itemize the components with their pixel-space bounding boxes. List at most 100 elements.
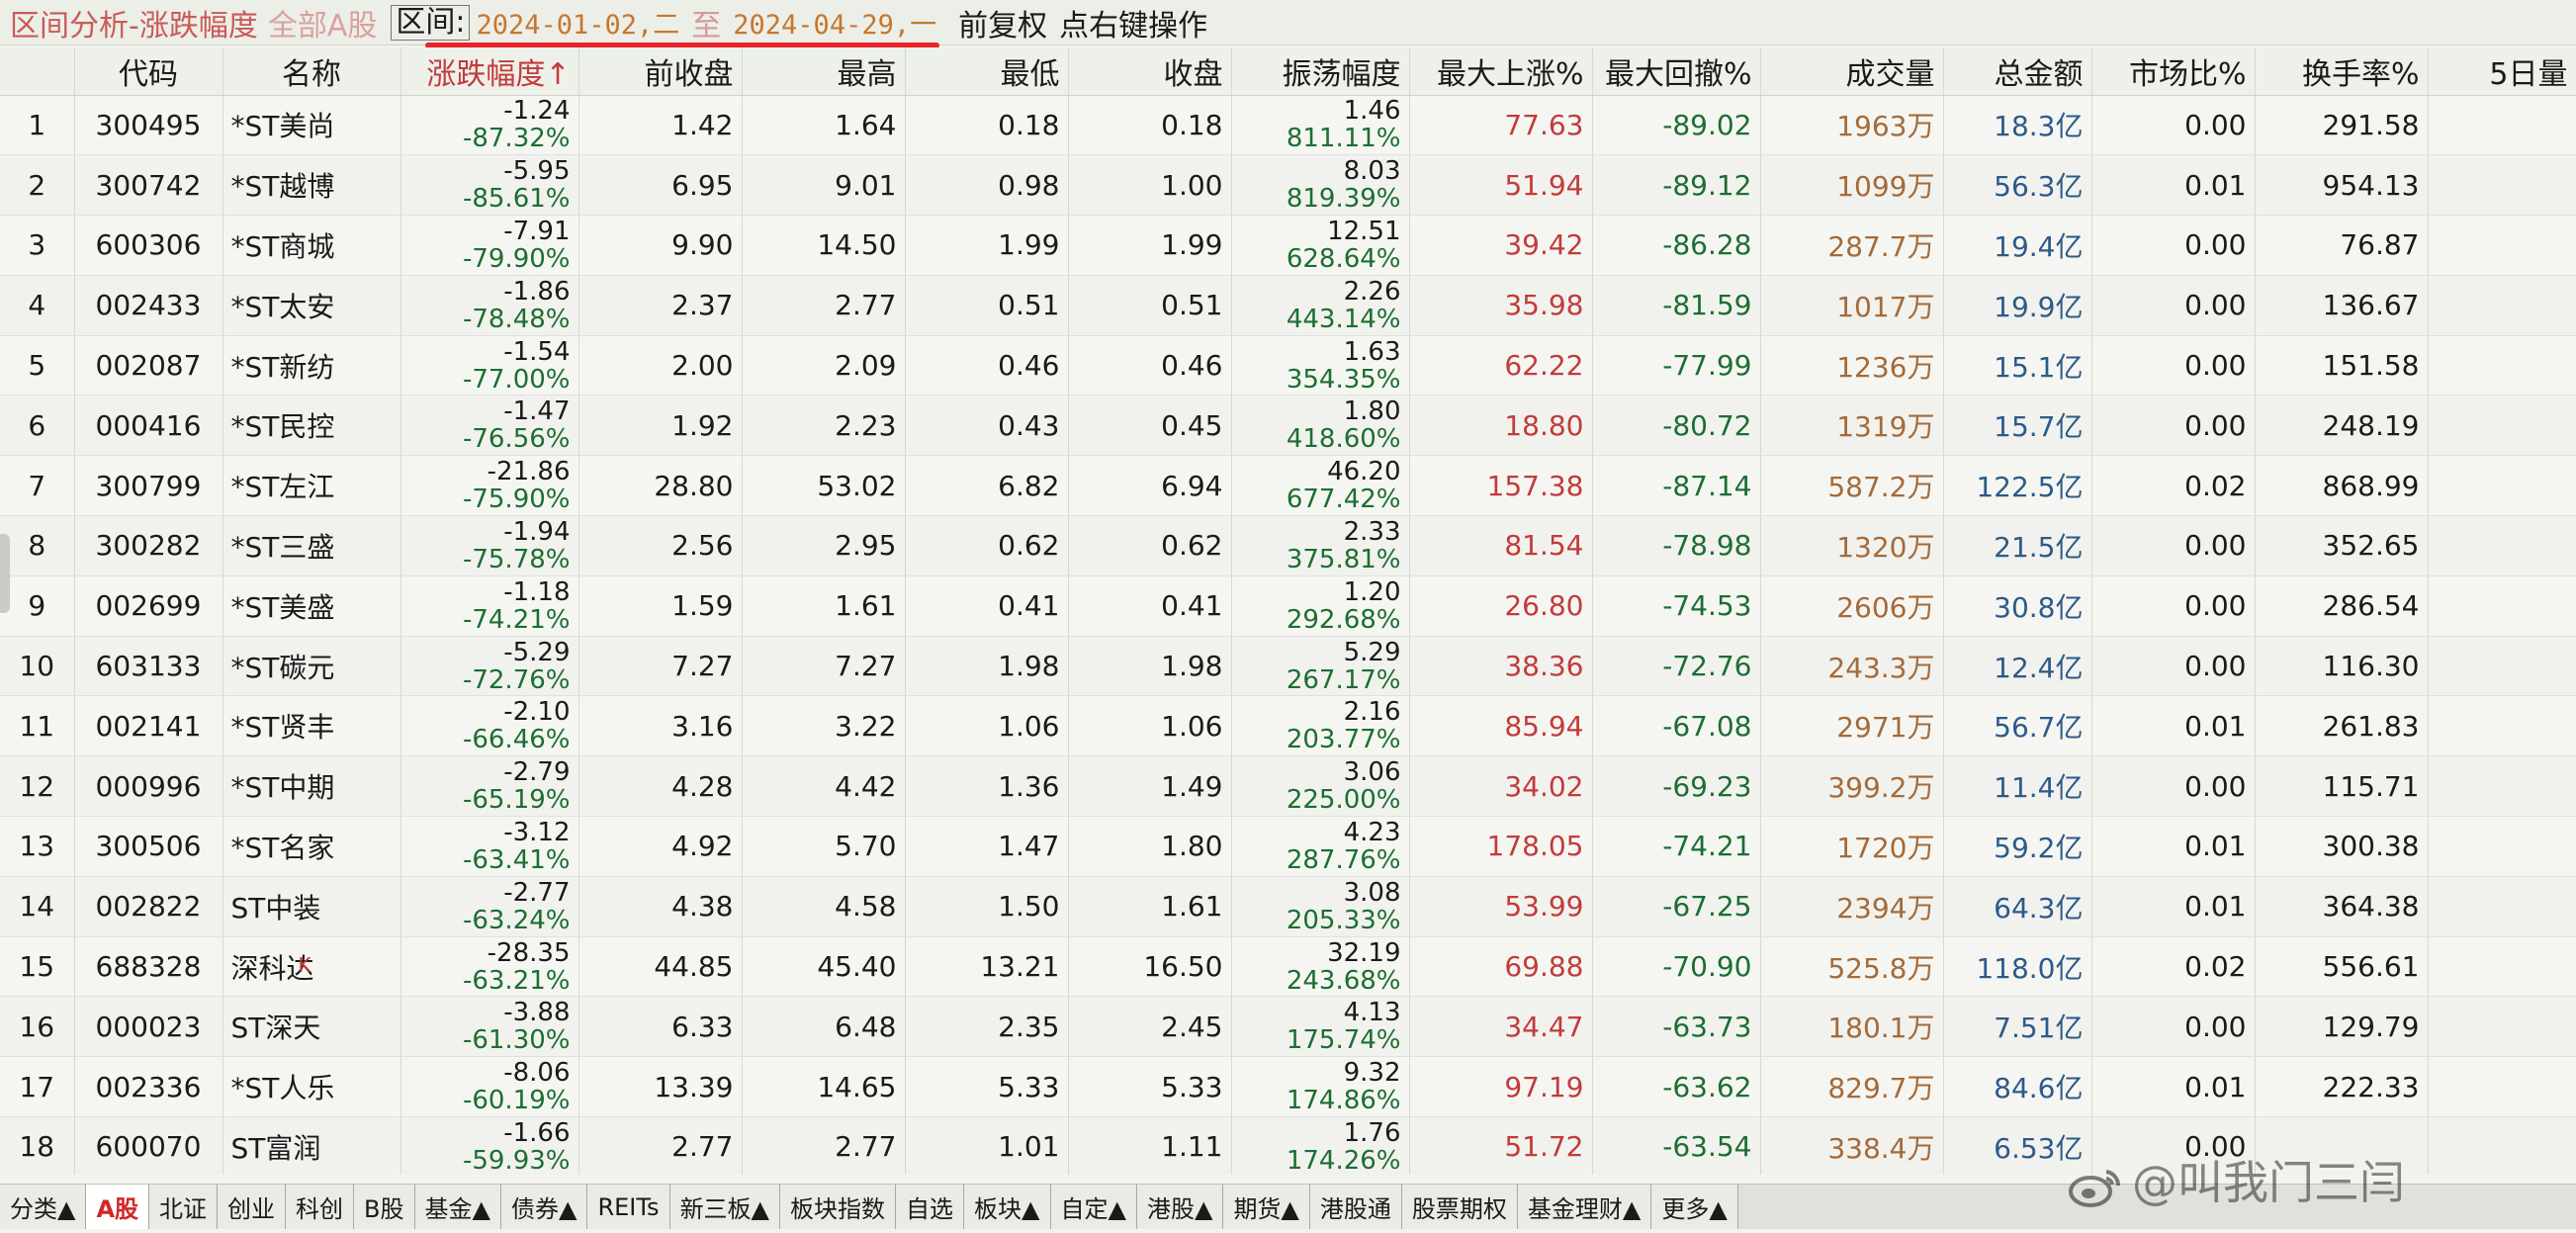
- oscillation-percent: 292.68%: [1286, 604, 1401, 635]
- tab-8[interactable]: REITs: [587, 1185, 670, 1229]
- tab-18[interactable]: 基金理财▲: [1517, 1185, 1652, 1229]
- tab-3[interactable]: 创业: [218, 1185, 287, 1229]
- column-header-9[interactable]: 最大回撤%: [1592, 47, 1761, 96]
- cell-high: 6.48: [742, 996, 906, 1058]
- table-row[interactable]: 8 300282 *ST三盛 -1.94 -75.78% 2.56 2.95 0.62 0.62…: [0, 515, 2576, 576]
- column-header-7[interactable]: 振荡幅度: [1231, 47, 1410, 96]
- tab-14[interactable]: 港股▲: [1136, 1185, 1224, 1229]
- cell-high: 3.22: [742, 695, 906, 757]
- table-row[interactable]: 16 000023 ST深天 -3.88 -61.30% 6.33 6.48 2.35 2.45…: [0, 996, 2576, 1058]
- stock-name-text: *ST越博: [230, 170, 335, 204]
- column-header-14[interactable]: 5日量: [2428, 47, 2576, 96]
- cell-change: -1.54 -77.00%: [400, 335, 579, 396]
- cell-row-index: 14: [0, 876, 75, 937]
- table-row[interactable]: 7 300799 *ST左江 -21.86 -75.90% 28.80 53.02 6.82 6…: [0, 455, 2576, 517]
- tab-4[interactable]: 科创: [286, 1185, 355, 1229]
- column-header-12[interactable]: 市场比%: [2091, 47, 2256, 96]
- cell-change: -1.47 -76.56%: [400, 395, 579, 457]
- oscillation-percent: 354.35%: [1286, 364, 1401, 395]
- table-row[interactable]: 6 000416 *ST民控 -1.47 -76.56% 1.92 2.23 0.43 0.45…: [0, 395, 2576, 457]
- cell-turnover: 261.83: [2255, 695, 2429, 757]
- cell-market-ratio: 0.00: [2091, 996, 2256, 1058]
- table-row[interactable]: 13 300506 *ST名家 -3.12 -63.41% 4.92 5.70 1.47 1.8…: [0, 816, 2576, 877]
- tab-15[interactable]: 期货▲: [1223, 1185, 1310, 1229]
- column-header-0[interactable]: 代码: [74, 47, 223, 96]
- tab-9[interactable]: 新三板▲: [669, 1185, 781, 1229]
- tab-19[interactable]: 更多▲: [1651, 1185, 1738, 1229]
- column-header-1[interactable]: 名称: [222, 47, 401, 96]
- cell-amount: 64.3亿: [1943, 876, 2092, 937]
- tab-0[interactable]: 分类▲: [0, 1185, 87, 1229]
- tab-17[interactable]: 股票期权: [1401, 1185, 1518, 1229]
- tab-5[interactable]: B股: [354, 1185, 415, 1229]
- tab-12[interactable]: 板块▲: [964, 1185, 1051, 1229]
- range-start-date[interactable]: 2024-01-02,二: [476, 3, 679, 42]
- tab-1[interactable]: A股: [86, 1185, 150, 1229]
- table-row[interactable]: 11 002141 *ST贤丰 -2.10 -66.46% 3.16 3.22 1.06 1.0…: [0, 695, 2576, 757]
- column-header-6[interactable]: 收盘: [1068, 47, 1232, 96]
- cell-five-day-volume: [2428, 275, 2576, 336]
- table-row[interactable]: 2 300742 *ST越博 -5.95 -85.61% 6.95 9.01 0.98 1.00…: [0, 154, 2576, 217]
- column-header-4[interactable]: 最高: [742, 47, 906, 96]
- data-grid[interactable]: 代码 名称 涨跌幅度↑ 前收盘 最高 最低 收盘 振荡幅度 最大上涨% 最大回撤% 成交量 总金额 市场…: [0, 47, 2576, 1175]
- tab-6[interactable]: 基金▲: [414, 1185, 501, 1229]
- tab-11[interactable]: 自选: [896, 1185, 965, 1229]
- change-percent: -63.24%: [462, 905, 571, 935]
- oscillation-percent: 203.77%: [1286, 725, 1401, 755]
- tab-13[interactable]: 自定▲: [1050, 1185, 1137, 1229]
- column-header-5[interactable]: 最低: [905, 47, 1069, 96]
- collapse-handle[interactable]: [0, 534, 10, 613]
- cell-market-ratio: 0.01: [2091, 1056, 2256, 1118]
- tab-2[interactable]: 北证: [149, 1185, 219, 1229]
- cell-max-rise: 34.47: [1409, 996, 1593, 1058]
- cell-max-drawdown: -74.21: [1592, 816, 1761, 877]
- tab-7[interactable]: 债券▲: [500, 1185, 588, 1229]
- adjust-mode[interactable]: 前复权: [958, 1, 1047, 44]
- cell-stock-code: 300282: [74, 515, 223, 576]
- cell-amount: 118.0亿: [1943, 936, 2092, 998]
- column-header-3[interactable]: 前收盘: [578, 47, 743, 96]
- cell-five-day-volume: [2428, 755, 2576, 818]
- cell-prev-close: 28.80: [578, 455, 743, 517]
- table-row[interactable]: 1 300495 *ST美尚 -1.24 -87.32% 1.42 1.64 0.18 0.18…: [0, 95, 2576, 156]
- table-row[interactable]: 3 600306 *ST商城 -7.91 -79.90% 9.90 14.50 1.99 1.9…: [0, 215, 2576, 276]
- cell-stock-name: *ST中期: [222, 755, 401, 818]
- table-row[interactable]: 9 002699 *ST美盛 -1.18 -74.21% 1.59 1.61 0.41 0.41…: [0, 575, 2576, 637]
- cell-prev-close: 2.56: [578, 515, 743, 576]
- oscillation-value: 1.46: [1343, 96, 1401, 127]
- range-end-date[interactable]: 2024-04-29,一: [733, 3, 936, 42]
- table-row[interactable]: 5 002087 *ST新纺 -1.54 -77.00% 2.00 2.09 0.46 0.46…: [0, 335, 2576, 396]
- market-scope[interactable]: 全部A股: [268, 1, 378, 44]
- table-row[interactable]: 4 002433 *ST太安 -1.86 -78.48% 2.37 2.77 0.51 0.51…: [0, 275, 2576, 336]
- change-percent: -65.19%: [462, 785, 571, 816]
- table-row[interactable]: 15 688328 深科达 K -28.35 -63.21% 44.85 45.40 13.21…: [0, 936, 2576, 998]
- cell-five-day-volume: [2428, 215, 2576, 276]
- column-header-2[interactable]: 涨跌幅度↑: [400, 47, 579, 96]
- column-header-13[interactable]: 换手率%: [2255, 47, 2429, 96]
- cell-five-day-volume: [2428, 636, 2576, 697]
- cell-max-drawdown: -67.08: [1592, 695, 1761, 757]
- cell-stock-name: *ST美盛: [222, 575, 401, 637]
- table-row[interactable]: 12 000996 *ST中期 -2.79 -65.19% 4.28 4.42 1.36 1.4…: [0, 755, 2576, 818]
- cell-amount: 30.8亿: [1943, 575, 2092, 637]
- cell-amount: 15.7亿: [1943, 395, 2092, 457]
- range-label[interactable]: 区间:: [391, 4, 471, 41]
- oscillation-value: 46.20: [1327, 457, 1401, 487]
- column-header-11[interactable]: 总金额: [1943, 47, 2092, 96]
- oscillation-percent: 443.14%: [1286, 304, 1401, 334]
- table-row[interactable]: 10 603133 *ST碳元 -5.29 -72.76% 7.27 7.27 1.98 1.9…: [0, 636, 2576, 697]
- stock-name-text: *ST商城: [230, 229, 335, 263]
- cell-five-day-volume: [2428, 455, 2576, 517]
- cell-oscillation: 1.63 354.35%: [1231, 335, 1410, 396]
- tab-10[interactable]: 板块指数: [780, 1185, 897, 1229]
- cell-turnover: 116.30: [2255, 636, 2429, 697]
- table-row[interactable]: 14 002822 ST中装 -2.77 -63.24% 4.38 4.58 1.50 1.61…: [0, 876, 2576, 937]
- column-header-8[interactable]: 最大上涨%: [1409, 47, 1593, 96]
- oscillation-value: 5.29: [1343, 637, 1401, 667]
- tab-16[interactable]: 港股通: [1309, 1185, 1402, 1229]
- cell-market-ratio: 0.02: [2091, 455, 2256, 517]
- cell-close: 1.80: [1068, 816, 1232, 877]
- column-header-10[interactable]: 成交量: [1760, 47, 1944, 96]
- cell-prev-close: 4.28: [578, 755, 743, 818]
- table-row[interactable]: 17 002336 *ST人乐 -8.06 -60.19% 13.39 14.65 5.33 5…: [0, 1056, 2576, 1118]
